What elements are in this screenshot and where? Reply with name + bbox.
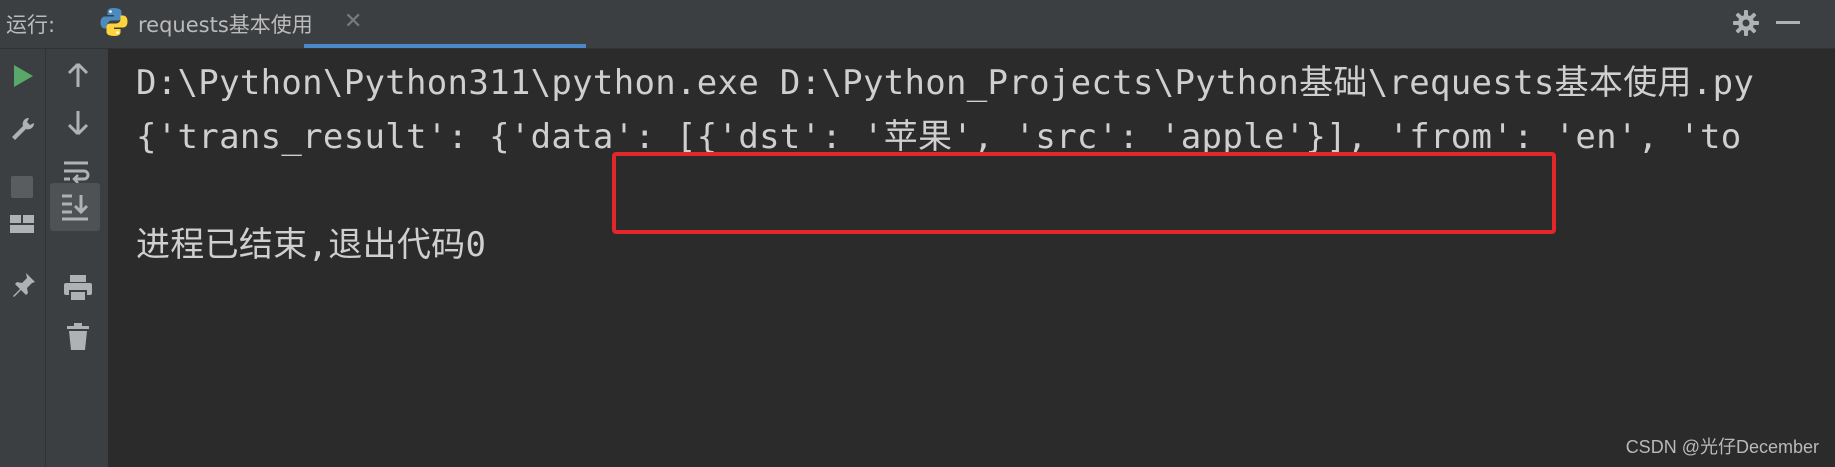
console-toolbar (46, 49, 109, 467)
watermark: CSDN @光仔December (1625, 437, 1819, 457)
active-tab-indicator (304, 44, 586, 48)
console-command-line: D:\Python\Python311\python.exe D:\Python… (136, 63, 1755, 103)
tab-requests-label[interactable]: requests基本使用 (138, 9, 313, 39)
run-icon[interactable] (11, 63, 35, 89)
wrench-icon[interactable] (9, 115, 37, 143)
tab-close-icon[interactable]: ✕ (344, 9, 362, 34)
minimize-icon[interactable] (1776, 21, 1800, 24)
arrow-down-icon[interactable] (66, 109, 90, 137)
python-icon (100, 8, 128, 36)
layout-icon[interactable] (9, 213, 35, 235)
arrow-up-icon[interactable] (66, 61, 90, 89)
console-result-line: {'trans_result': {'data': [{'dst': '苹果',… (136, 117, 1742, 157)
highlight-box (612, 152, 1556, 234)
print-icon[interactable] (63, 274, 93, 302)
console-exit-line: 进程已结束,退出代码0 (136, 225, 487, 265)
gear-icon[interactable] (1732, 9, 1760, 37)
pin-icon[interactable] (9, 271, 37, 299)
trash-icon[interactable] (66, 323, 90, 351)
stop-icon[interactable] (11, 176, 33, 198)
scroll-to-end-button[interactable] (50, 183, 100, 231)
left-toolbar (0, 49, 46, 467)
run-label: 运行: (6, 13, 56, 37)
soft-wrap-icon[interactable] (62, 159, 92, 185)
console-output[interactable]: D:\Python\Python311\python.exe D:\Python… (110, 49, 1835, 467)
run-tool-window-header: 运行: requests基本使用 ✕ (0, 0, 1835, 49)
scroll-to-end-icon (62, 194, 89, 221)
